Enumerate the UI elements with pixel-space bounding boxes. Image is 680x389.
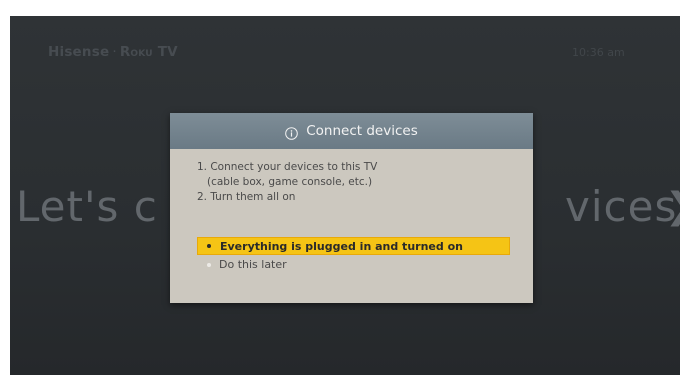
option-everything-plugged-in[interactable]: Everything is plugged in and turned on [197,237,510,255]
option-do-this-later[interactable]: Do this later [207,258,287,271]
instruction-line: (cable box, game console, etc.) [207,176,373,188]
instruction-line: 2. Turn them all on [197,191,296,203]
background-heading-right: vices [565,182,678,231]
connect-devices-dialog: Connect devices 1. Connect your devices … [170,113,533,303]
tv-screen: Hisense·Roku TV 10:36 am Let's c vices ❯… [10,16,680,375]
option-label: Everything is plugged in and turned on [220,239,463,253]
background-heading-left: Let's c [16,182,158,231]
brand-separator: · [112,44,117,60]
instruction-line: 1. Connect your devices to this TV [197,161,378,173]
info-icon [285,125,299,140]
brand-logo: Hisense · Roku TV [48,44,178,60]
dialog-header: Connect devices [170,113,533,149]
platform-name: Roku TV [119,44,178,60]
dialog-title: Connect devices [306,123,418,139]
bullet-icon [207,262,211,267]
selected-bullet-icon [207,244,211,248]
clock: 10:36 am [572,46,625,59]
option-label: Do this later [219,258,287,271]
chevron-right-icon: ❯ [665,186,680,227]
brand-name: Hisense [48,44,110,60]
